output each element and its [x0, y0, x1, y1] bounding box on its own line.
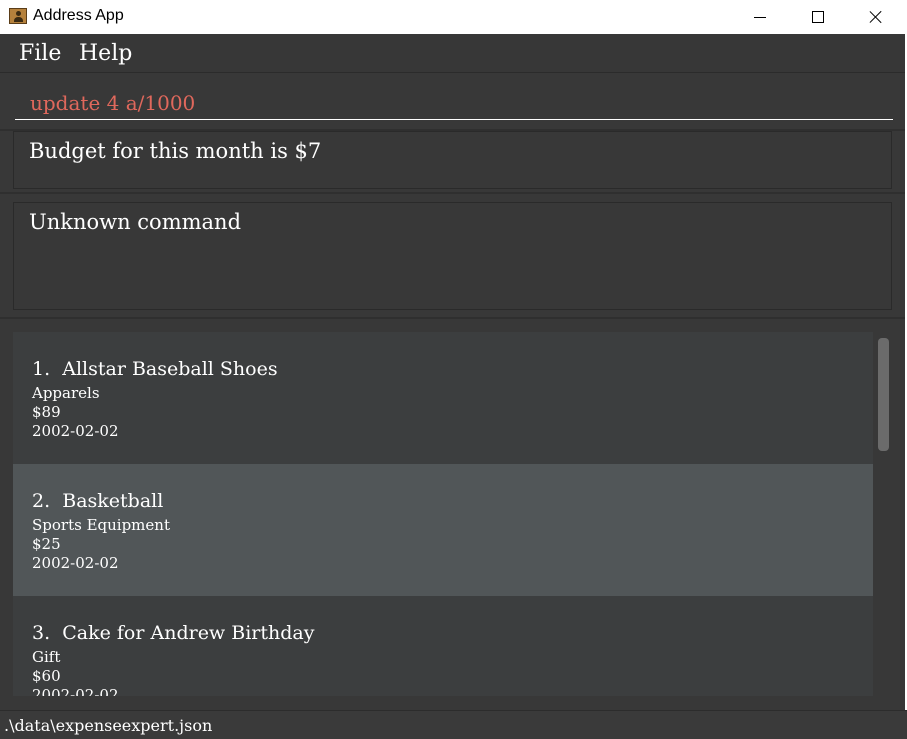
close-button[interactable]: [847, 0, 905, 34]
maximize-icon: [812, 11, 824, 23]
command-input[interactable]: [15, 86, 893, 120]
window-title: Address App: [33, 7, 124, 24]
title-bar: Address App: [0, 0, 907, 34]
expense-date: 2002-02-02: [32, 422, 119, 440]
budget-text: Budget for this month is $7: [29, 139, 322, 163]
minimize-button[interactable]: [731, 0, 789, 34]
maximize-button[interactable]: [789, 0, 847, 34]
expense-amount: $25: [32, 535, 61, 553]
minimize-icon: [754, 16, 766, 18]
expense-category: Apparels: [32, 384, 100, 402]
expense-title: 3. Cake for Andrew Birthday: [32, 622, 315, 644]
divider: [0, 192, 905, 194]
expense-title: 2. Basketball: [32, 490, 164, 512]
expense-card[interactable]: 1. Allstar Baseball Shoes Apparels $89 2…: [13, 332, 873, 464]
menu-help[interactable]: Help: [79, 41, 132, 66]
expense-amount: $60: [32, 667, 61, 685]
expense-date: 2002-02-02: [32, 686, 119, 696]
expense-amount: $89: [32, 403, 61, 421]
list-scrollbar[interactable]: [874, 332, 892, 696]
budget-panel: Budget for this month is $7: [13, 131, 892, 189]
expense-card[interactable]: 3. Cake for Andrew Birthday Gift $60 200…: [13, 596, 873, 696]
expense-card-selected[interactable]: 2. Basketball Sports Equipment $25 2002-…: [13, 464, 873, 596]
expense-category: Sports Equipment: [32, 516, 170, 534]
close-icon: [869, 10, 883, 24]
scrollbar-thumb[interactable]: [878, 338, 889, 451]
status-bar: .\data\expenseexpert.json: [0, 710, 907, 739]
menu-file[interactable]: File: [19, 41, 61, 66]
save-location: .\data\expenseexpert.json: [4, 716, 213, 735]
divider: [0, 317, 905, 319]
command-box: [0, 73, 905, 128]
expense-list[interactable]: 1. Allstar Baseball Shoes Apparels $89 2…: [13, 332, 873, 696]
result-display[interactable]: Unknown command: [13, 202, 892, 310]
expense-title: 1. Allstar Baseball Shoes: [32, 358, 278, 380]
expense-date: 2002-02-02: [32, 554, 119, 572]
app-icon: [9, 8, 27, 24]
result-text: Unknown command: [29, 210, 242, 234]
expense-list-panel: 1. Allstar Baseball Shoes Apparels $89 2…: [0, 320, 905, 708]
expense-category: Gift: [32, 648, 61, 666]
menu-bar: File Help: [0, 35, 905, 73]
